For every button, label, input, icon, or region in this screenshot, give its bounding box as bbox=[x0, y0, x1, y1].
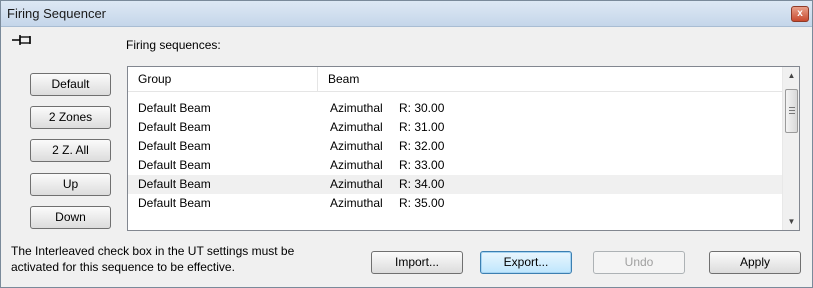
title-bar[interactable]: Firing Sequencer x bbox=[1, 1, 812, 27]
export-button[interactable]: Export... bbox=[480, 251, 572, 274]
default-button[interactable]: Default bbox=[30, 73, 111, 96]
firing-sequences-label: Firing sequences: bbox=[126, 38, 221, 52]
row-beam: Azimuthal bbox=[330, 177, 383, 191]
row-radius: R: 34.00 bbox=[399, 177, 445, 191]
move-up-button[interactable]: Up bbox=[30, 173, 111, 196]
table-row-selected[interactable]: Default Beam Azimuthal R: 34.00 bbox=[128, 175, 782, 194]
row-beam: Azimuthal bbox=[330, 158, 383, 172]
row-radius: R: 35.00 bbox=[399, 196, 445, 210]
table-row[interactable]: Default Beam Azimuthal R: 32.00 bbox=[128, 137, 782, 156]
table-row[interactable]: Default Beam Azimuthal R: 31.00 bbox=[128, 118, 782, 137]
thumb-grip bbox=[789, 110, 795, 111]
thumb-grip bbox=[789, 113, 795, 114]
table-row[interactable]: Default Beam Azimuthal R: 30.00 bbox=[128, 99, 782, 118]
firing-sequences-list[interactable]: Group Beam Default Beam Azimuthal R: 30.… bbox=[127, 66, 800, 231]
table-row[interactable]: Default Beam Azimuthal R: 35.00 bbox=[128, 194, 782, 213]
row-beam: Azimuthal bbox=[330, 120, 383, 134]
row-radius: R: 31.00 bbox=[399, 120, 445, 134]
row-group: Default Beam bbox=[138, 196, 211, 210]
list-rows: Default Beam Azimuthal R: 30.00 Default … bbox=[128, 99, 782, 213]
thumb-grip bbox=[789, 107, 795, 108]
window-title: Firing Sequencer bbox=[7, 6, 106, 21]
note-line-2: activated for this sequence to be effect… bbox=[11, 260, 235, 274]
vertical-scrollbar[interactable]: ▲ ▼ bbox=[782, 67, 799, 230]
row-group: Default Beam bbox=[138, 158, 211, 172]
scroll-down-arrow-icon[interactable]: ▼ bbox=[783, 213, 800, 230]
pin-icon[interactable] bbox=[11, 33, 33, 47]
move-down-button[interactable]: Down bbox=[30, 206, 111, 229]
row-group: Default Beam bbox=[138, 139, 211, 153]
note-line-1: The Interleaved check box in the UT sett… bbox=[11, 244, 295, 258]
row-radius: R: 33.00 bbox=[399, 158, 445, 172]
apply-button[interactable]: Apply bbox=[709, 251, 801, 274]
column-header-beam[interactable]: Beam bbox=[318, 67, 782, 92]
row-beam: Azimuthal bbox=[330, 101, 383, 115]
column-header-group[interactable]: Group bbox=[128, 67, 318, 92]
row-group: Default Beam bbox=[138, 120, 211, 134]
scroll-thumb[interactable] bbox=[785, 89, 798, 133]
row-group: Default Beam bbox=[138, 177, 211, 191]
table-row[interactable]: Default Beam Azimuthal R: 33.00 bbox=[128, 156, 782, 175]
two-zones-button[interactable]: 2 Zones bbox=[30, 106, 111, 129]
list-header: Group Beam bbox=[128, 67, 782, 92]
firing-sequencer-window: Firing Sequencer x Firing sequences: Def… bbox=[0, 0, 813, 288]
row-beam: Azimuthal bbox=[330, 196, 383, 210]
row-beam: Azimuthal bbox=[330, 139, 383, 153]
row-group: Default Beam bbox=[138, 101, 211, 115]
scroll-up-arrow-icon[interactable]: ▲ bbox=[783, 67, 800, 84]
interleaved-note: The Interleaved check box in the UT sett… bbox=[11, 243, 356, 275]
import-button[interactable]: Import... bbox=[371, 251, 463, 274]
two-zones-all-button[interactable]: 2 Z. All bbox=[30, 139, 111, 162]
row-radius: R: 32.00 bbox=[399, 139, 445, 153]
close-button[interactable]: x bbox=[791, 6, 809, 22]
row-radius: R: 30.00 bbox=[399, 101, 445, 115]
undo-button[interactable]: Undo bbox=[593, 251, 685, 274]
